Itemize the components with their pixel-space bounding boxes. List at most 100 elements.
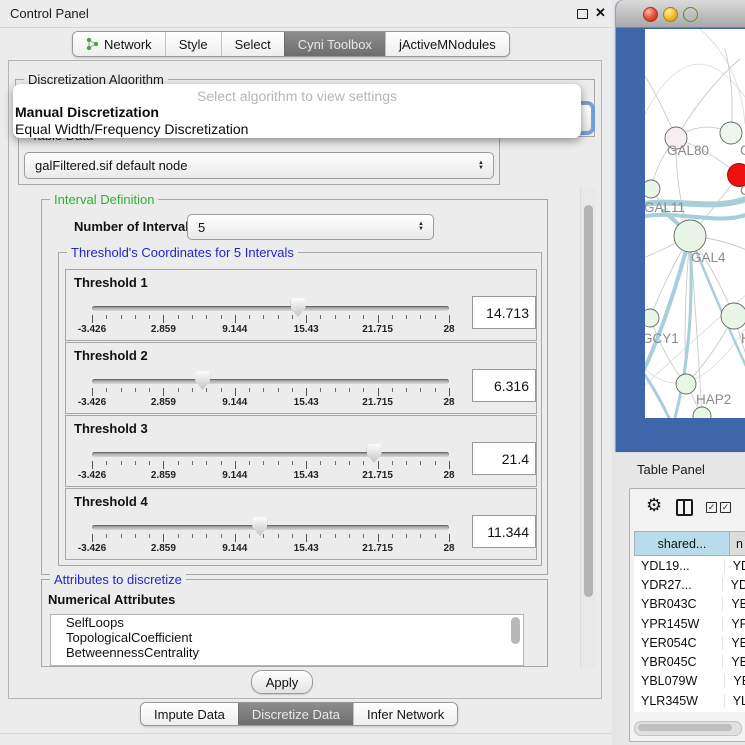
threshold-value-field[interactable]: 6.316 [472,369,536,402]
threshold-value-field[interactable]: 14.713 [472,296,536,329]
screen: Control Panel ✕ NetworkStyleSelect Cyni T… [0,0,745,745]
close-icon[interactable]: ✕ [595,5,606,21]
algorithm-dropdown-popup: Select algorithm to view settings Manual… [13,84,581,138]
threshold-value-field[interactable]: 21.4 [472,442,536,475]
network-node-hap2[interactable] [676,374,696,394]
attributes-group: Attributes to discretize Numerical Attri… [41,579,548,667]
table-row[interactable]: YBR045CYBR0 [634,652,745,671]
gear-icon[interactable]: ⚙ [646,495,662,516]
cell-name: YER0 [722,636,745,650]
table-panel: Table Panel ⚙ ✓ ✓ shared... n YDL19...YD… [616,455,745,745]
tick-label: 9.144 [222,397,247,408]
threshold-label: Threshold 3 [74,421,148,436]
spinner-value: 5 [188,220,418,235]
cell-shared-name: YLR345W [634,694,724,708]
number-of-intervals-spinner[interactable]: 5 ▲▼ [187,214,434,240]
dropdown-item-equal-width-frequency-discretization[interactable]: Equal Width/Frequency Discretization [13,121,581,138]
table-row[interactable]: YLR345WYLR3 [634,691,745,710]
tab-impute-data[interactable]: Impute Data [141,703,238,725]
threshold-panel: Threshold 1 -3.4262.8599.14415.4321.7152… [65,269,537,341]
tick-label: 21.715 [362,397,393,408]
group-title: Interval Definition [50,192,158,207]
tick-label: 15.43 [294,470,319,481]
tab-style[interactable]: Style [165,32,221,56]
tab-network[interactable]: Network [73,32,165,56]
tick-label: 2.859 [151,324,176,335]
slider-ticks [92,315,450,324]
top-tab-bar: NetworkStyleSelect Cyni Toolbox jActiveMNo… [72,31,510,57]
thresholds-group: Threshold's Coordinates for 5 Intervals … [58,252,542,566]
apply-button[interactable]: Apply [251,670,313,694]
column-header-name[interactable]: n [730,531,745,556]
number-of-intervals-label: Number of Intervals [74,219,196,234]
network-node-gcy1[interactable] [645,309,659,327]
list-scrollbar-thumb[interactable] [511,617,520,644]
table-panel-body: ⚙ ✓ ✓ shared... n YDL19...YDL1YDR27...YD… [629,488,745,742]
attribute-item-betweennesscentrality[interactable]: BetweennessCentrality [51,645,523,660]
slider-track[interactable] [92,525,449,530]
tab-select[interactable]: Select [221,32,284,56]
tick-label: 2.859 [151,470,176,481]
network-node[interactable] [693,407,711,418]
checkbox-checked-icon[interactable]: ✓ [720,502,731,513]
table-row[interactable]: YDR27...YDR2 [634,575,745,594]
table-columns-icon[interactable] [676,499,693,516]
minimize-traffic-light[interactable] [663,7,678,22]
threshold-panel: Threshold 4 -3.4262.8599.14415.4321.7152… [65,488,537,560]
tab-infer-network[interactable]: Infer Network [353,703,457,725]
scrollbar-thumb[interactable] [638,724,732,731]
table-row[interactable]: YBL079WYBL0 [634,672,745,691]
cell-name: YBR0 [722,597,745,611]
tick-label: 28 [443,397,454,408]
slider-track[interactable] [92,306,449,311]
dropdown-item-manual-discretization[interactable]: Manual Discretization [13,104,581,121]
table-row[interactable]: YDL19...YDL1 [634,556,745,575]
tick-label: -3.426 [78,543,106,554]
horizontal-scrollbar[interactable] [634,721,742,736]
attribute-item-selfloops[interactable]: SelfLoops [51,615,523,630]
cell-name: YBL0 [724,674,745,688]
network-node-ha[interactable] [721,303,745,329]
table-row[interactable]: YIL052CYIL0 [634,710,745,712]
slider-ticks [92,461,450,470]
group-title: Threshold's Coordinates for 5 Intervals [67,245,298,260]
table-row[interactable]: YPR145WYPR1 [634,614,745,633]
tick-label: 2.859 [151,543,176,554]
attribute-item-topologicalcoefficient[interactable]: TopologicalCoefficient [51,630,523,645]
threshold-label: Threshold 4 [74,494,148,509]
table-row[interactable]: YBR043CYBR0 [634,595,745,614]
tab-jactivemnodules[interactable]: jActiveMNodules [385,32,509,56]
slider-track[interactable] [92,452,449,457]
settings-scrollbar[interactable] [580,187,596,668]
tab-label: Cyni Toolbox [298,37,372,52]
scrollbar-thumb[interactable] [584,205,593,597]
network-canvas[interactable]: GAL80GACGAL11GAL4GCY1HAHAP2 [645,29,745,418]
checkbox-checked-icon[interactable]: ✓ [706,502,717,513]
zoom-traffic-light[interactable] [683,7,698,22]
control-panel-titlebar: Control Panel ✕ [0,0,612,28]
network-node-ga[interactable] [720,122,742,144]
table-data-combobox[interactable]: galFiltered.sif default node ▲▼ [24,152,494,179]
table-row[interactable]: YER054CYER0 [634,633,745,652]
network-node-gal11[interactable] [645,180,660,198]
tick-label: -3.426 [78,324,106,335]
slider-tick-labels: -3.4262.8599.14415.4321.71528 [92,324,450,336]
close-traffic-light[interactable] [643,7,658,22]
network-node-gal4[interactable] [674,220,706,252]
tick-label: 28 [443,324,454,335]
threshold-value-field[interactable]: 11.344 [472,515,536,548]
network-window-titlebar [616,0,745,28]
network-icon [86,37,99,51]
cell-shared-name: YER054C [634,636,722,650]
content-panel: Discretization Algorithm ▲▼ Select algor… [8,60,602,699]
slider-tick-labels: -3.4262.8599.14415.4321.71528 [92,397,450,409]
tab-cyni-toolbox[interactable]: Cyni Toolbox [284,32,385,56]
slider-track[interactable] [92,379,449,384]
threshold-panel: Threshold 3 -3.4262.8599.14415.4321.7152… [65,415,537,487]
tab-discretize-data[interactable]: Discretize Data [238,703,353,725]
float-window-icon[interactable] [577,9,588,19]
table-panel-title: Table Panel [637,462,705,477]
column-header-shared-name[interactable]: shared... [634,531,730,556]
tab-label: Impute Data [154,707,225,722]
attributes-list[interactable]: SelfLoopsTopologicalCoefficientBetweenne… [50,614,524,666]
